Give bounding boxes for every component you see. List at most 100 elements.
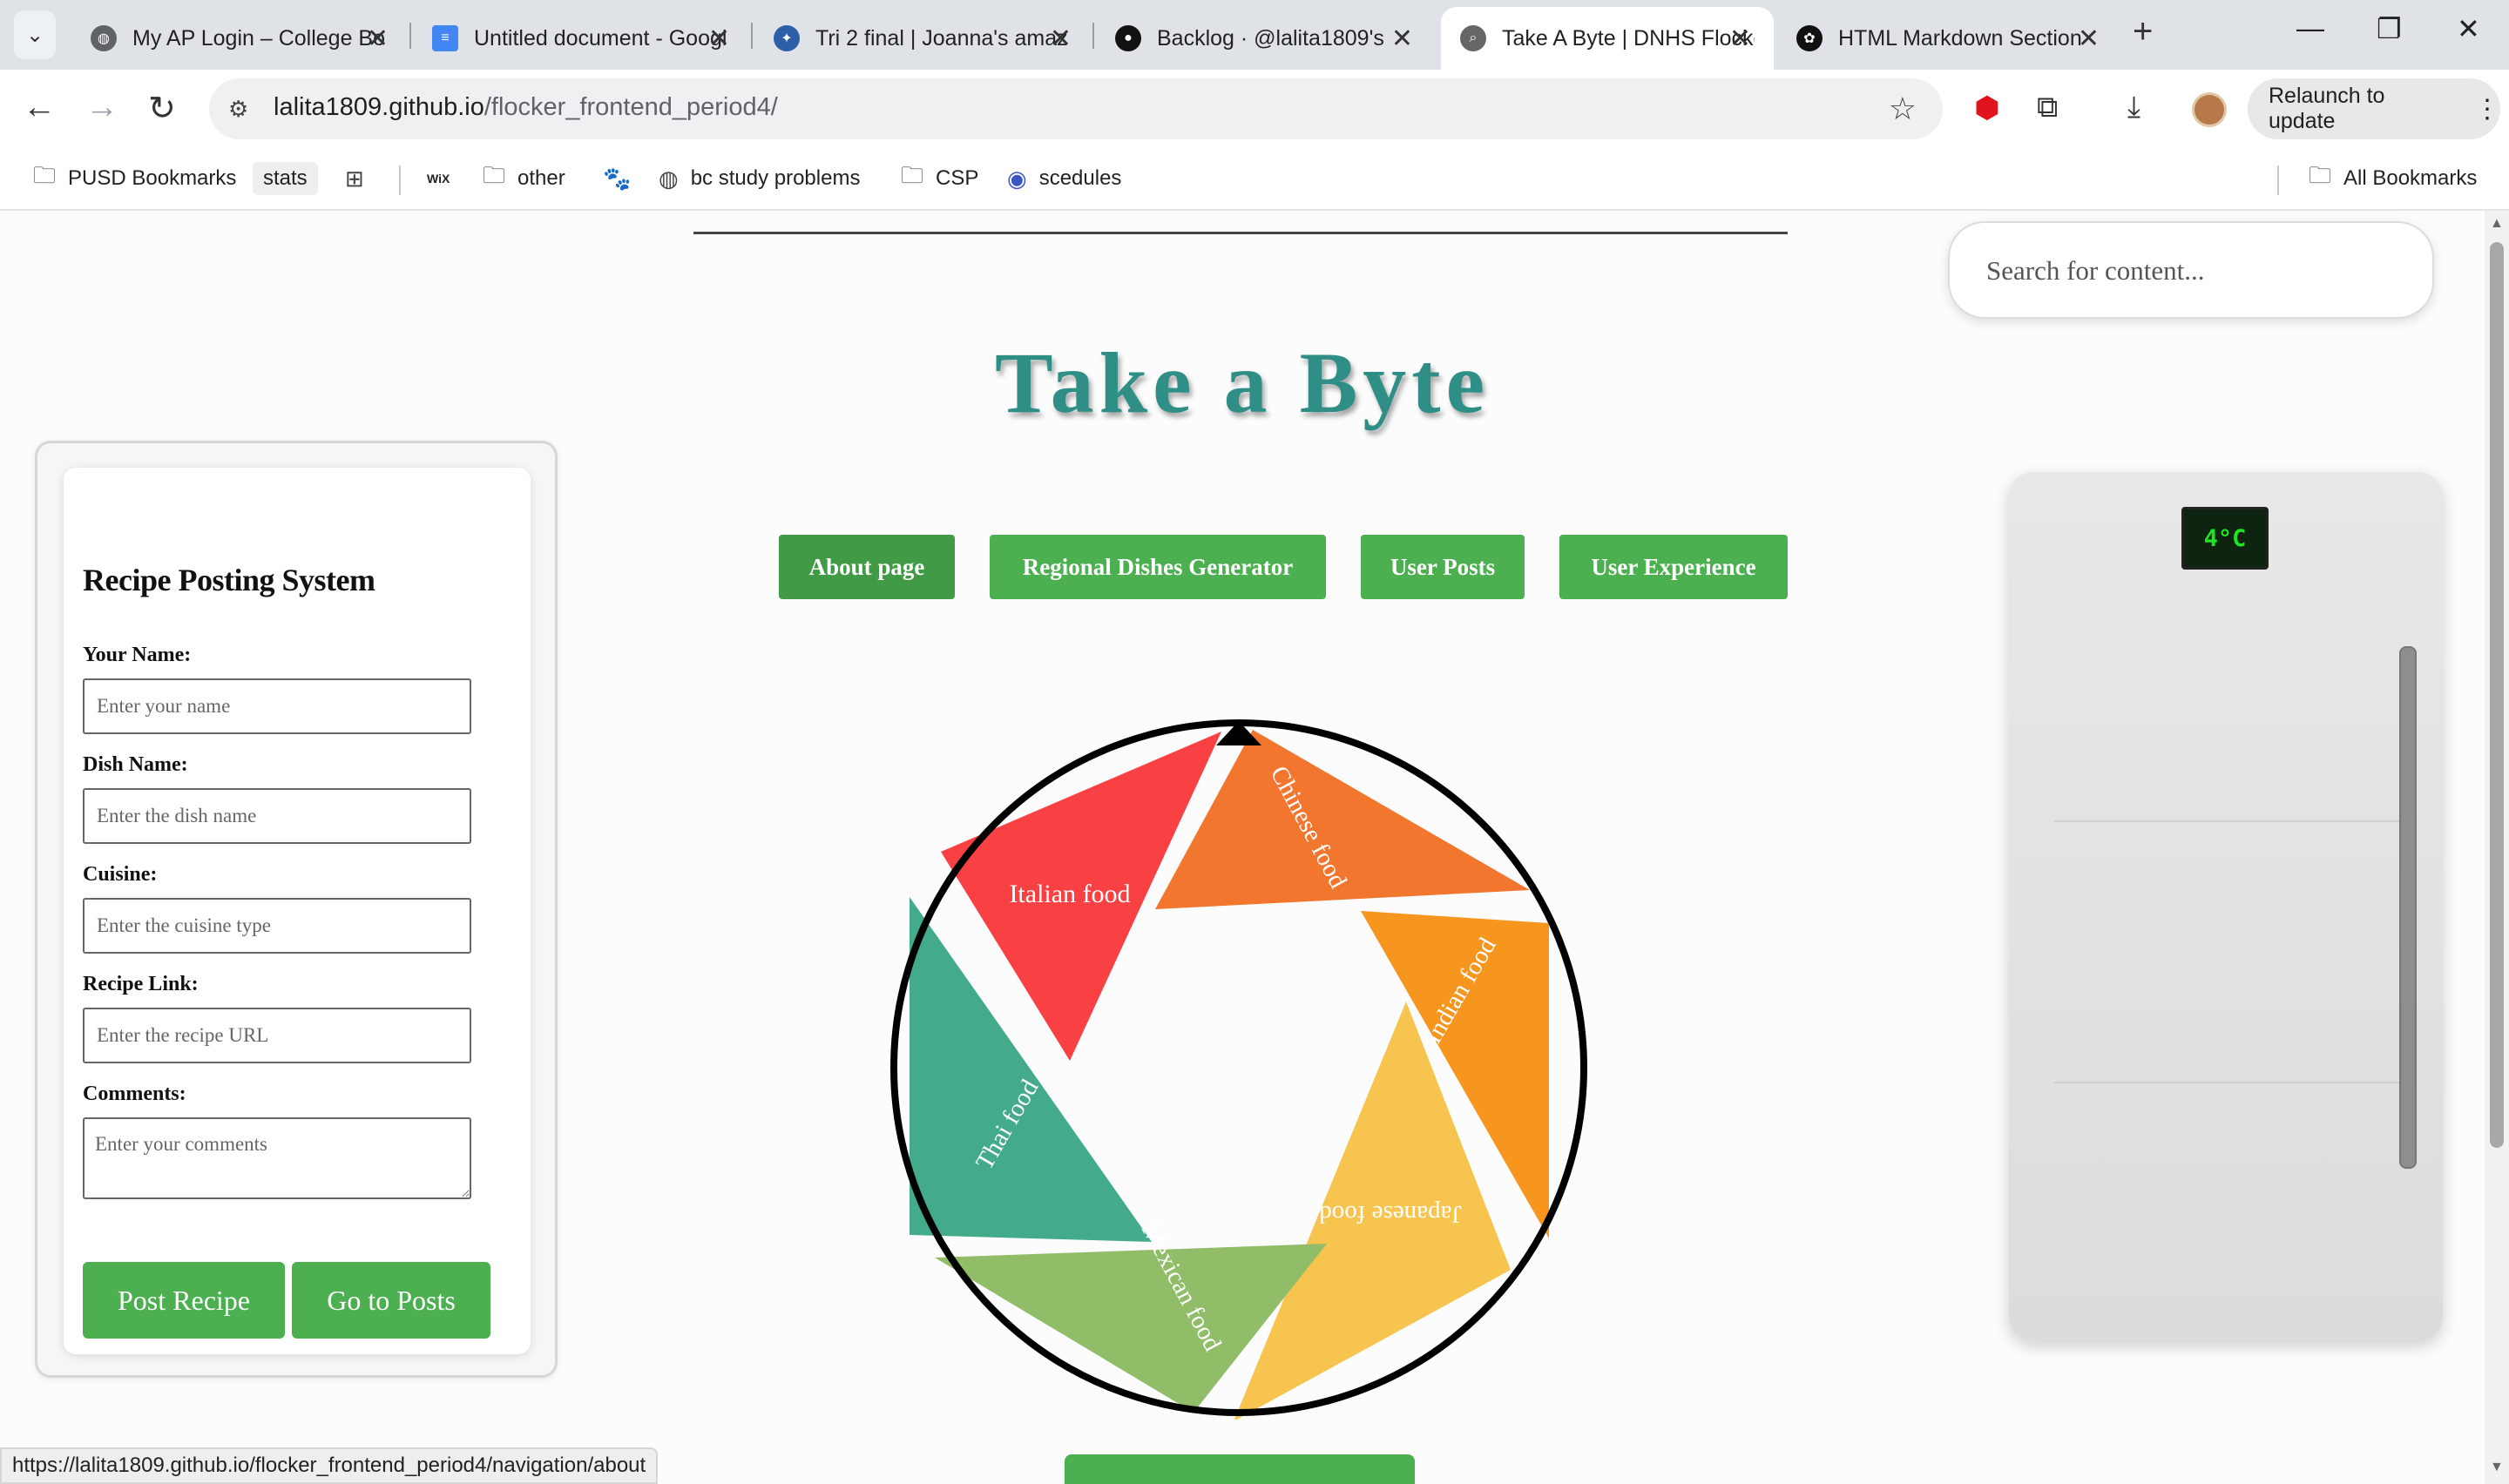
go-to-posts-button[interactable]: Go to Posts xyxy=(292,1262,490,1339)
close-icon[interactable]: ✕ xyxy=(1729,24,1751,54)
fridge-handle[interactable] xyxy=(2399,646,2417,1169)
bookmark-wix[interactable]: WiX xyxy=(427,162,450,195)
tab-separator xyxy=(1092,23,1094,49)
post-recipe-button[interactable]: Post Recipe xyxy=(83,1262,285,1339)
tab-title: HTML Markdown Section xyxy=(1838,25,2082,51)
magnifier-icon: ⌕ xyxy=(1460,25,1486,51)
paw-icon: 🐾 xyxy=(603,165,632,192)
address-bar[interactable]: ⚙ lalita1809.github.io/flocker_frontend_… xyxy=(209,78,1943,139)
globe-icon: ◍ xyxy=(659,165,679,192)
all-bookmarks[interactable]: 🗀 All Bookmarks xyxy=(2309,162,2477,195)
nav-user-experience[interactable]: User Experience xyxy=(1559,535,1788,599)
docs-icon: ≡ xyxy=(432,25,458,51)
bookmark-separator xyxy=(2277,165,2279,195)
reload-button[interactable]: ↻ xyxy=(148,89,176,128)
nav-user-posts[interactable]: User Posts xyxy=(1361,535,1525,599)
close-icon[interactable]: ✕ xyxy=(1050,24,1072,54)
scrollbar-thumb[interactable] xyxy=(2490,242,2504,1148)
tab-separator xyxy=(751,23,753,49)
tab-title: Backlog · @lalita1809's xyxy=(1157,25,1384,51)
dish-label: Dish Name: xyxy=(83,753,188,776)
tab-google-docs[interactable]: ≡ Untitled document - Google Docs ✕ xyxy=(413,7,753,70)
recipe-link-input[interactable] xyxy=(83,1008,471,1063)
relaunch-button[interactable]: Relaunch to update ⋮ xyxy=(2248,78,2500,139)
adblock-icon[interactable]: ⬢ xyxy=(1974,91,2000,125)
wix-icon: WiX xyxy=(427,172,450,186)
header-divider xyxy=(693,232,1788,234)
close-icon[interactable]: ✕ xyxy=(367,24,389,54)
chevron-down-icon: ⌄ xyxy=(25,23,44,47)
folder-icon: 🗀 xyxy=(901,162,924,188)
cuisine-label: Cuisine: xyxy=(83,863,158,886)
name-label: Your Name: xyxy=(83,644,192,666)
avatar[interactable] xyxy=(2192,92,2227,127)
forward-button[interactable]: → xyxy=(85,89,118,126)
bookmark-paw[interactable]: 🐾 xyxy=(603,162,643,195)
url-text[interactable]: lalita1809.github.io/flocker_frontend_pe… xyxy=(274,93,778,122)
bookmark-label: stats xyxy=(263,166,308,190)
page-content: Take a Byte About page Regional Dishes G… xyxy=(0,211,2485,1484)
bookmark-star-icon[interactable]: ☆ xyxy=(1889,91,1917,127)
bookmarks-bar: 🗀 PUSD Bookmarks stats ⊞ WiX 🗀 other 🐾 ◍ bc… xyxy=(0,150,2509,211)
minimize-icon[interactable]: — xyxy=(2296,12,2324,44)
chatgpt-icon: ✿ xyxy=(1796,25,1823,51)
tab-title: Untitled document - Google Docs xyxy=(474,25,727,51)
bookmark-stats[interactable]: stats xyxy=(253,162,318,195)
scroll-up-icon[interactable]: ▲ xyxy=(2490,216,2504,232)
cuisine-wheel[interactable]: Chinese food Indian food Japanese food M… xyxy=(887,716,1591,1420)
search-input[interactable] xyxy=(1985,254,2397,287)
folder-icon: 🗀 xyxy=(33,162,57,188)
bookmark-scedules[interactable]: ◉ scedules xyxy=(1007,162,1121,195)
tab-search-button[interactable]: ⌄ xyxy=(14,10,56,59)
spin-button[interactable] xyxy=(1065,1454,1415,1484)
bookmark-csp[interactable]: 🗀 CSP xyxy=(901,162,978,195)
scroll-down-icon[interactable]: ▼ xyxy=(2490,1460,2504,1475)
new-tab-button[interactable]: + xyxy=(2133,12,2153,51)
folder-icon: 🗀 xyxy=(483,162,506,188)
bookmark-label: All Bookmarks xyxy=(2343,166,2478,190)
extensions-icon[interactable]: ⧉ xyxy=(2037,91,2058,125)
tab-tri2-final[interactable]: ✦ Tri 2 final | Joanna's amazing ✕ xyxy=(754,7,1094,70)
close-window-icon[interactable]: ✕ xyxy=(2457,12,2480,45)
dish-input[interactable] xyxy=(83,788,471,844)
close-icon[interactable]: ✕ xyxy=(2078,24,2100,54)
page-scrollbar[interactable]: ▲ ▼ xyxy=(2485,211,2509,1484)
tab-college-board[interactable]: ◍ My AP Login – College Board ✕ xyxy=(71,7,411,70)
tab-title: Take A Byte | DNHS Flocker xyxy=(1502,25,1755,51)
name-input[interactable] xyxy=(83,678,471,734)
fridge-widget[interactable]: 4°C xyxy=(2009,472,2443,1341)
tab-take-a-byte[interactable]: ⌕ Take A Byte | DNHS Flocker ✕ xyxy=(1441,7,1774,70)
recipe-link-label: Recipe Link: xyxy=(83,973,199,995)
menu-icon[interactable]: ⋮ xyxy=(2474,94,2500,125)
comments-label: Comments: xyxy=(83,1083,186,1105)
bookmark-label: PUSD Bookmarks xyxy=(68,166,237,190)
wheel-segments xyxy=(910,730,1549,1420)
bookmark-grid[interactable]: ⊞ xyxy=(345,162,376,195)
restore-icon[interactable]: ❐ xyxy=(2377,12,2402,45)
close-icon[interactable]: ✕ xyxy=(1391,24,1413,54)
sync-icon: ◉ xyxy=(1007,165,1027,192)
tab-html-markdown[interactable]: ✿ HTML Markdown Section ✕ xyxy=(1777,7,2122,70)
relaunch-label: Relaunch to update xyxy=(2269,84,2385,133)
close-icon[interactable]: ✕ xyxy=(708,24,730,54)
back-button[interactable]: ← xyxy=(23,89,56,126)
tab-separator xyxy=(409,23,411,49)
bookmark-pusd[interactable]: 🗀 PUSD Bookmarks xyxy=(33,162,236,195)
nav-about-page[interactable]: About page xyxy=(779,535,955,599)
bookmark-other[interactable]: 🗀 other xyxy=(483,162,565,195)
globe-icon: ◍ xyxy=(91,25,117,51)
bookmark-label: bc study problems xyxy=(690,166,861,190)
site-info-icon[interactable]: ⚙ xyxy=(228,96,248,123)
browser-toolbar: ← → ↻ ⚙ lalita1809.github.io/flocker_fro… xyxy=(0,70,2509,150)
download-icon[interactable]: ⤓ xyxy=(2127,91,2140,125)
site-title: Take a Byte xyxy=(995,334,1490,431)
tab-backlog[interactable]: ● Backlog · @lalita1809's ✕ xyxy=(1096,7,1436,70)
nav-regional-dishes[interactable]: Regional Dishes Generator xyxy=(990,535,1326,599)
comments-textarea[interactable] xyxy=(83,1117,471,1199)
cuisine-input[interactable] xyxy=(83,898,471,954)
tab-strip: ⌄ ◍ My AP Login – College Board ✕ ≡ Unti… xyxy=(0,0,2509,70)
search-container xyxy=(1948,221,2434,319)
bookmark-bc-study[interactable]: ◍ bc study problems xyxy=(659,162,860,195)
temperature-display: 4°C xyxy=(2181,507,2269,570)
folder-icon: 🗀 xyxy=(2309,162,2332,188)
